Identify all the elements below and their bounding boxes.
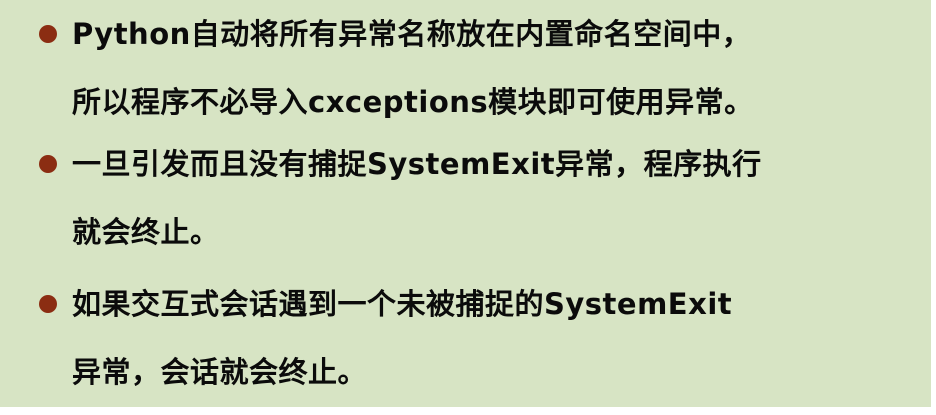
bullet-dot-icon	[39, 155, 57, 173]
bullet-1-line-2: 所以程序不必导入cxceptions模块即可使用异常。	[72, 85, 754, 119]
bullet-2-line-2: 就会终止。	[72, 215, 220, 249]
slide-panel: Python自动将所有异常名称放在内置命名空间中， 所以程序不必导入cxcept…	[0, 0, 931, 407]
bullet-dot-icon	[39, 25, 57, 43]
bullet-3-line-1: 如果交互式会话遇到一个未被捕捉的SystemExit	[72, 287, 733, 321]
bullet-3-line-2: 异常，会话就会终止。	[72, 355, 368, 389]
bullet-dot-icon	[39, 295, 57, 313]
bottom-border	[0, 407, 936, 415]
bullet-list: Python自动将所有异常名称放在内置命名空间中， 所以程序不必导入cxcept…	[0, 0, 931, 407]
bullet-2-line-1: 一旦引发而且没有捕捉SystemExit异常，程序执行	[72, 147, 762, 181]
bullet-1-line-1: Python自动将所有异常名称放在内置命名空间中，	[72, 17, 752, 51]
